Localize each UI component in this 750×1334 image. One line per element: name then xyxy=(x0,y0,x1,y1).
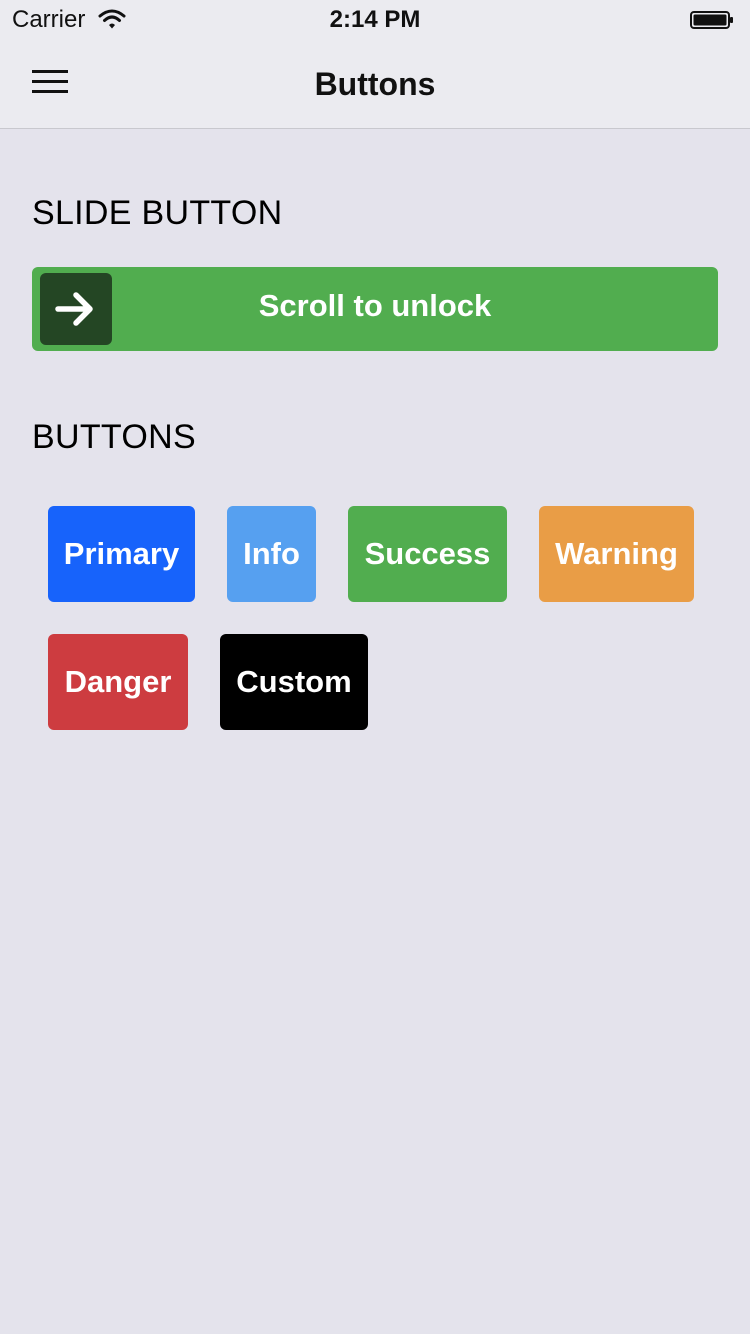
primary-button[interactable]: Primary xyxy=(48,506,195,602)
section-title-buttons: BUTTONS xyxy=(32,418,196,456)
success-button[interactable]: Success xyxy=(348,506,507,602)
clock-time: 2:14 PM xyxy=(329,6,421,33)
navigation-bar: Buttons xyxy=(0,40,750,129)
section-title-slide-button: SLIDE BUTTON xyxy=(32,194,283,232)
slide-button-label: Scroll to unlock xyxy=(258,288,492,323)
battery-icon xyxy=(690,11,733,29)
slide-to-unlock-button[interactable]: Scroll to unlock xyxy=(32,267,718,351)
page-title: Buttons xyxy=(314,66,436,102)
custom-button[interactable]: Custom xyxy=(220,634,368,730)
status-bar: Carrier 2:14 PM xyxy=(0,0,750,40)
warning-button[interactable]: Warning xyxy=(539,506,694,602)
info-button[interactable]: Info xyxy=(227,506,316,602)
danger-button[interactable]: Danger xyxy=(48,634,188,730)
